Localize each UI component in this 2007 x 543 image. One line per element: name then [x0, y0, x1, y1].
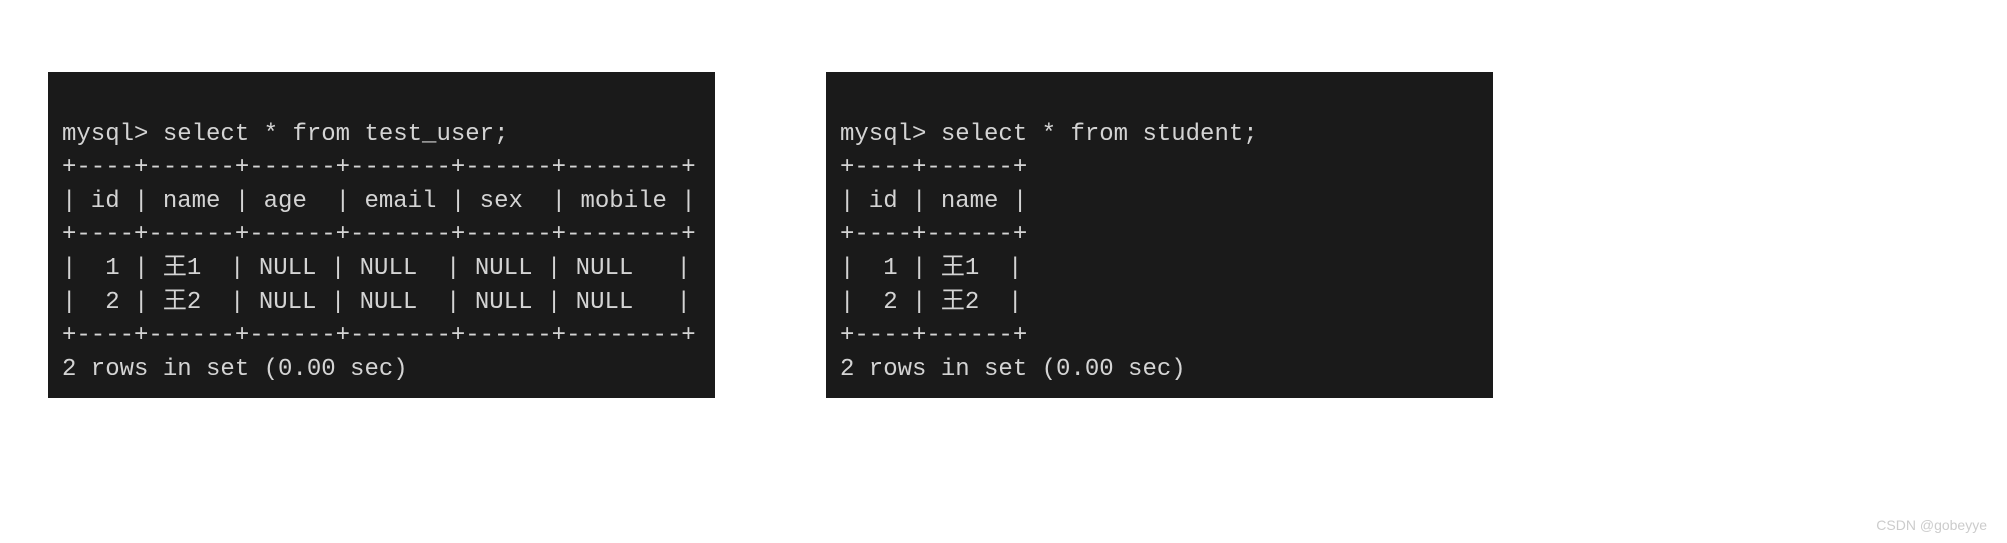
- table-header: | id | name | age | email | sex | mobile…: [62, 188, 696, 215]
- table-border-bot: +----+------+------+-------+------+-----…: [62, 322, 696, 349]
- sql-command: mysql> select * from test_user;: [62, 121, 508, 148]
- table-border-top: +----+------+------+-------+------+-----…: [62, 154, 696, 181]
- sql-command: mysql> select * from student;: [840, 121, 1258, 148]
- mysql-terminal-left: mysql> select * from test_user; +----+--…: [48, 72, 715, 398]
- status-line: 2 rows in set (0.00 sec): [840, 356, 1186, 383]
- table-border-bot: +----+------+: [840, 322, 1027, 349]
- table-row: | 2 | 王2 |: [840, 289, 1022, 316]
- table-border-mid: +----+------+: [840, 221, 1027, 248]
- table-row: | 1 | 王1 |: [840, 255, 1022, 282]
- table-row: | 1 | 王1 | NULL | NULL | NULL | NULL |: [62, 255, 691, 282]
- table-border-top: +----+------+: [840, 154, 1027, 181]
- status-line: 2 rows in set (0.00 sec): [62, 356, 408, 383]
- table-row: | 2 | 王2 | NULL | NULL | NULL | NULL |: [62, 289, 691, 316]
- table-border-mid: +----+------+------+-------+------+-----…: [62, 221, 696, 248]
- mysql-terminal-right: mysql> select * from student; +----+----…: [826, 72, 1493, 398]
- watermark: CSDN @gobeyye: [1876, 517, 1987, 533]
- table-header: | id | name |: [840, 188, 1027, 215]
